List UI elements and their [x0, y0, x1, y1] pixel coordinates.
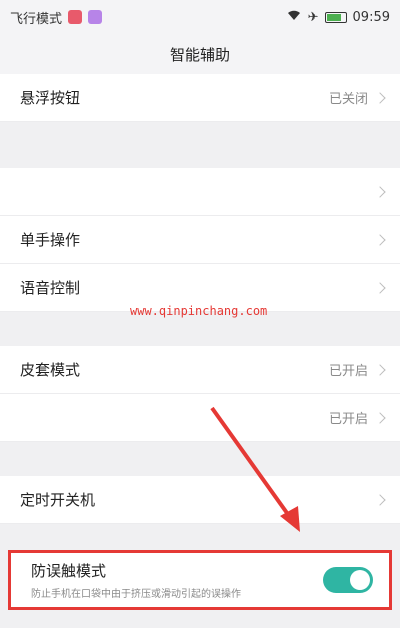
- clock: 09:59: [352, 9, 390, 25]
- airplane-mode-label: 飞行模式: [10, 11, 63, 27]
- settings-row-scheduled-power[interactable]: 定时开关机: [0, 476, 400, 524]
- settings-row-unlabeled[interactable]: 已开启: [0, 394, 400, 442]
- status-bar: 飞行模式 ✈ 09:59: [0, 0, 400, 34]
- row-text: 防误触模式 防止手机在口袋中由于挤压或滑动引起的误操作: [31, 560, 241, 600]
- chevron-right-icon: [374, 233, 386, 246]
- chevron-right-icon: [374, 281, 386, 294]
- accidental-touch-toggle[interactable]: [323, 567, 373, 593]
- notification-app-icon: [68, 10, 83, 24]
- row-label: 悬浮按钮: [20, 89, 81, 107]
- row-label: 定时开关机: [20, 491, 96, 509]
- row-label: 单手操作: [20, 231, 81, 249]
- row-label: 语音控制: [20, 279, 81, 297]
- status-right: ✈ 09:59: [286, 9, 390, 25]
- chevron-right-icon: [374, 185, 386, 198]
- battery-icon: [324, 11, 347, 23]
- chevron-right-icon: [374, 91, 386, 104]
- row-status: 已开启: [328, 412, 368, 427]
- section-divider: [0, 442, 400, 476]
- settings-row-floating-button[interactable]: 悬浮按钮 已关闭: [0, 74, 400, 122]
- row-status: 已关闭: [328, 92, 368, 107]
- settings-row-blank[interactable]: [0, 168, 400, 216]
- status-left: 飞行模式: [10, 8, 103, 27]
- wifi-icon: [286, 9, 302, 25]
- notification-app-icon-2: [88, 10, 103, 24]
- page-title: 智能辅助: [169, 45, 230, 64]
- watermark-text: www.qinpinchang.com: [130, 304, 268, 318]
- chevron-right-icon: [374, 363, 386, 376]
- settings-row-accidental-touch[interactable]: 防误触模式 防止手机在口袋中由于挤压或滑动引起的误操作: [8, 550, 392, 610]
- settings-row-one-hand[interactable]: 单手操作: [0, 216, 400, 264]
- section-divider: [0, 122, 400, 168]
- row-label: 皮套模式: [20, 361, 81, 379]
- airplane-icon: ✈: [307, 9, 319, 25]
- row-status: 已开启: [328, 364, 368, 379]
- row-label: 防误触模式: [31, 562, 107, 580]
- row-description: 防止手机在口袋中由于挤压或滑动引起的误操作: [31, 589, 241, 600]
- settings-row-cover-mode[interactable]: 皮套模式 已开启: [0, 346, 400, 394]
- page-title-bar: 智能辅助: [0, 34, 400, 74]
- chevron-right-icon: [374, 411, 386, 424]
- chevron-right-icon: [374, 493, 386, 506]
